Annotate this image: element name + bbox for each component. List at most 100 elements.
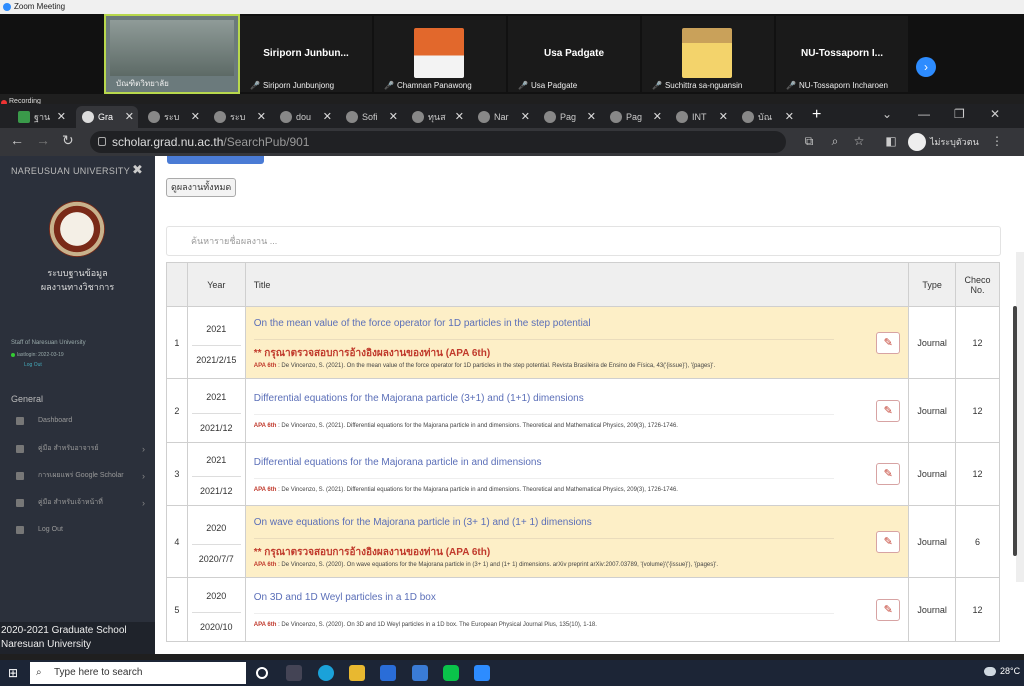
store-icon[interactable] xyxy=(380,665,396,681)
minimize-icon[interactable]: — xyxy=(918,104,930,124)
bookmark-star-icon[interactable]: ☆ xyxy=(852,134,866,148)
edit-pencil-icon[interactable]: ✎ xyxy=(876,598,901,621)
close-sidebar-icon[interactable]: ✖ xyxy=(132,162,143,178)
participant-tile-2[interactable]: 🎤 Chamnan Panawong xyxy=(374,16,506,92)
sidebar-item-staff-manual[interactable]: คู่มือ สำหรับเจ้าหน้าที่ › xyxy=(0,494,155,512)
table-row: 1 2021 2021/2/15 On the mean value of the f… xyxy=(166,306,1000,379)
participant-tile-3[interactable]: Usa Padgate 🎤 Usa Padgate xyxy=(508,16,640,92)
tab-favicon xyxy=(280,111,292,123)
participant-tile-0[interactable]: บัณฑิตวิทยาลัย xyxy=(104,14,240,94)
maximize-icon[interactable]: ❐ xyxy=(954,104,965,124)
close-tab-icon[interactable]: ✕ xyxy=(719,106,728,128)
tab-favicon xyxy=(412,111,424,123)
close-tab-icon[interactable]: ✕ xyxy=(653,106,662,128)
address-bar-row: ← → ↻ scholar.grad.nu.ac.th/SearchPub/90… xyxy=(0,128,1024,156)
publication-title-link[interactable]: On the mean value of the force operator … xyxy=(254,317,900,331)
publication-search-input[interactable]: ค้นหารายชื่อผลงาน ... xyxy=(166,226,1001,256)
edit-pencil-icon[interactable]: ✎ xyxy=(876,463,901,485)
reload-icon[interactable]: ↻ xyxy=(62,132,74,149)
browser-tab[interactable]: Sofi ✕ xyxy=(340,106,402,128)
sidebar-item-google-scholar[interactable]: การเผยแพร่ Google Scholar › xyxy=(0,467,155,485)
scrollbar-thumb[interactable] xyxy=(1013,306,1017,556)
browser-tab[interactable]: Pag ✕ xyxy=(538,106,600,128)
publication-title-link[interactable]: On wave equations for the Majorana parti… xyxy=(254,516,900,530)
zoom-app-icon[interactable] xyxy=(474,665,490,681)
back-arrow-icon[interactable]: ← xyxy=(10,132,24,148)
close-tab-icon[interactable]: ✕ xyxy=(389,106,398,128)
tab-favicon xyxy=(478,111,490,123)
participant-tile-5[interactable]: NU-Tossaporn I... 🎤 NU-Tossaporn Incharoe… xyxy=(776,16,908,92)
new-tab-plus-icon[interactable]: + xyxy=(812,104,821,126)
browser-tab-active[interactable]: Gra ✕ xyxy=(76,106,138,128)
close-tab-icon[interactable]: ✕ xyxy=(257,106,266,128)
browser-tab-bar: ฐาน ✕ Gra ✕ ระบ ✕ ระบ ✕ dou ✕ Sofi ✕ ทุนส ✕ Nar… xyxy=(0,104,1024,128)
publication-title-link[interactable]: Differential equations for the Majorana … xyxy=(254,392,900,406)
participant-tile-1[interactable]: Siriporn Junbun... 🎤 Siriporn Junbunjong xyxy=(240,16,372,92)
row-index: 1 xyxy=(166,306,188,379)
forward-arrow-icon[interactable]: → xyxy=(36,132,50,148)
file-explorer-icon[interactable] xyxy=(349,665,365,681)
incognito-profile[interactable]: ไม่ระบุตัวตน xyxy=(906,132,979,152)
muted-mic-icon: 🎤 xyxy=(384,81,394,90)
row-index: 2 xyxy=(166,378,188,443)
browser-tab[interactable]: บัณ ✕ xyxy=(736,106,798,128)
logout-link[interactable]: Log Out xyxy=(24,362,42,368)
task-view-icon[interactable] xyxy=(286,665,302,681)
edge-icon[interactable] xyxy=(318,665,334,681)
browser-tab[interactable]: dou ✕ xyxy=(274,106,336,128)
row-index: 5 xyxy=(166,577,188,642)
participant-tile-4[interactable]: 🎤 Suchittra sa-nguansin xyxy=(642,16,774,92)
browser-tab[interactable]: Pag ✕ xyxy=(604,106,666,128)
close-tab-icon[interactable]: ✕ xyxy=(323,106,332,128)
next-page-chevron-icon[interactable]: › xyxy=(916,57,936,77)
line-icon[interactable] xyxy=(443,665,459,681)
close-tab-icon[interactable]: ✕ xyxy=(455,106,464,128)
browser-tab[interactable]: ระบ ✕ xyxy=(208,106,270,128)
checo-cell: 12 xyxy=(955,577,1000,642)
zoom-magnifier-icon[interactable]: ⌕ xyxy=(828,134,842,148)
publish-date: 2020/7/7 xyxy=(198,553,234,564)
divider xyxy=(253,414,834,415)
cortana-icon[interactable] xyxy=(256,667,268,679)
browser-tab[interactable]: ระบ ✕ xyxy=(142,106,204,128)
browser-tab[interactable]: ฐาน ✕ xyxy=(12,106,70,128)
close-tab-icon[interactable]: ✕ xyxy=(125,106,134,128)
side-panel-icon[interactable]: ◧ xyxy=(884,134,898,148)
muted-mic-icon: 🎤 xyxy=(250,81,260,90)
top-action-button[interactable] xyxy=(167,156,264,164)
close-tab-icon[interactable]: ✕ xyxy=(587,106,596,128)
edit-pencil-icon[interactable]: ✎ xyxy=(876,530,901,553)
participant-display-name: Siriporn Junbun... xyxy=(263,48,349,59)
edit-pencil-icon[interactable]: ✎ xyxy=(876,399,901,422)
sidebar-item-teacher-manual[interactable]: คู่มือ สำหรับอาจารย์ › xyxy=(0,440,155,458)
taskbar-search-input[interactable]: ⌕ Type here to search xyxy=(30,662,246,684)
more-menu-icon[interactable]: ⋮ xyxy=(990,134,1004,148)
translate-icon[interactable]: ⧉ xyxy=(802,134,816,148)
publication-title-link[interactable]: On 3D and 1D Weyl particles in a 1D box xyxy=(254,591,900,605)
publication-title-link[interactable]: Differential equations for the Majorana … xyxy=(254,456,900,470)
mail-icon[interactable] xyxy=(412,665,428,681)
browser-tab[interactable]: Nar ✕ xyxy=(472,106,534,128)
url-field[interactable]: scholar.grad.nu.ac.th/SearchPub/901 xyxy=(90,131,786,153)
muted-mic-icon: 🎤 xyxy=(786,81,796,90)
close-tab-icon[interactable]: ✕ xyxy=(785,106,794,128)
sidebar-item-logout[interactable]: Log Out xyxy=(0,521,155,539)
tab-search-chevron-icon[interactable]: ⌄ xyxy=(882,104,892,124)
table-row: 4 2020 2020/7/7 On wave equations for the M… xyxy=(166,505,1000,578)
windows-start-icon[interactable]: ⊞ xyxy=(8,666,22,680)
scroll-track[interactable] xyxy=(1016,252,1024,582)
view-all-button[interactable]: ดูผลงานทั้งหมด xyxy=(166,178,237,197)
edit-pencil-icon[interactable]: ✎ xyxy=(876,331,901,354)
sidebar-item-dashboard[interactable]: Dashboard xyxy=(0,412,155,430)
close-tab-icon[interactable]: ✕ xyxy=(521,106,530,128)
lock-icon xyxy=(98,137,106,146)
browser-tab[interactable]: ทุนส ✕ xyxy=(406,106,468,128)
footer-line1: 2020-2021 Graduate School xyxy=(1,625,127,636)
browser-tab[interactable]: INT ✕ xyxy=(670,106,732,128)
year-cell: 2021 2021/12 xyxy=(186,378,246,443)
close-tab-icon[interactable]: ✕ xyxy=(57,106,66,128)
close-window-icon[interactable]: ✕ xyxy=(990,104,1000,124)
url-path: /SearchPub/901 xyxy=(223,135,310,149)
close-tab-icon[interactable]: ✕ xyxy=(191,106,200,128)
participant-label: 🎤 Siriporn Junbunjong xyxy=(250,81,335,90)
